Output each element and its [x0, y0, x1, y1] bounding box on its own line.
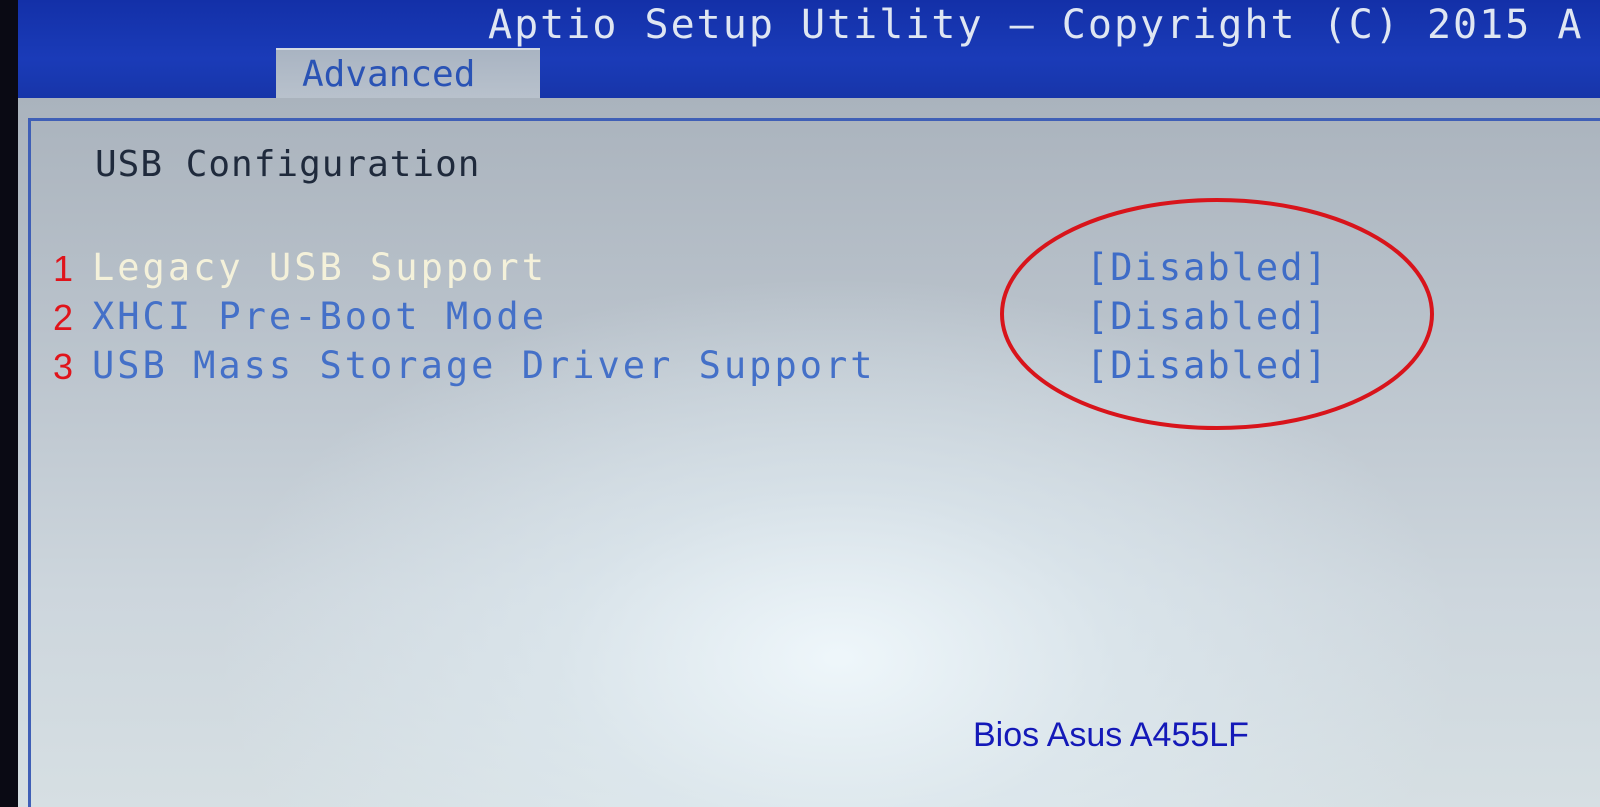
bios-title: Aptio Setup Utility – Copyright (C) 2015…	[488, 2, 1584, 48]
setting-value[interactable]: [Disabled]	[1086, 344, 1329, 387]
annotation-number: 2	[53, 297, 74, 338]
settings-panel-frame	[28, 118, 1600, 807]
setting-label: XHCI Pre-Boot Mode	[92, 295, 547, 338]
setting-value[interactable]: [Disabled]	[1086, 295, 1329, 338]
image-caption: Bios Asus A455LF	[973, 716, 1249, 754]
setting-row-legacy-usb-support[interactable]: 1 Legacy USB Support [Disabled]	[0, 246, 1600, 294]
bios-header-bar: Aptio Setup Utility – Copyright (C) 2015…	[18, 0, 1600, 100]
tab-advanced[interactable]: Advanced	[276, 48, 540, 100]
setting-row-usb-mass-storage-driver-support[interactable]: 3 USB Mass Storage Driver Support [Disab…	[0, 344, 1600, 392]
setting-row-xhci-pre-boot-mode[interactable]: 2 XHCI Pre-Boot Mode [Disabled]	[0, 295, 1600, 343]
page-title: USB Configuration	[95, 144, 481, 185]
annotation-number: 3	[53, 346, 74, 387]
setting-label: Legacy USB Support	[92, 246, 547, 289]
bios-screen: Aptio Setup Utility – Copyright (C) 2015…	[0, 0, 1600, 807]
setting-label: USB Mass Storage Driver Support	[92, 344, 876, 387]
tab-advanced-label: Advanced	[302, 54, 476, 95]
annotation-number: 1	[53, 248, 74, 289]
setting-value[interactable]: [Disabled]	[1086, 246, 1329, 289]
